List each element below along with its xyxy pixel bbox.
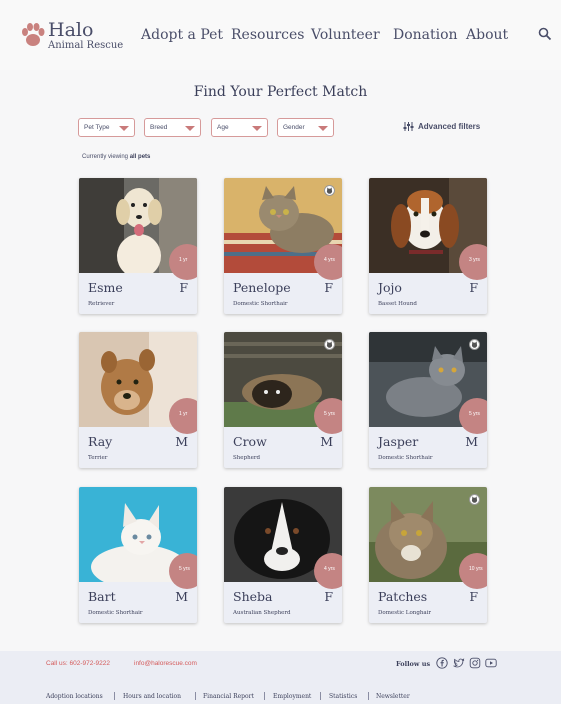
pet-breed: Domestic Longhair (378, 610, 432, 616)
caret-down-icon (318, 126, 328, 131)
pet-name: Esme (88, 280, 123, 295)
advanced-filters-label: Advanced filters (418, 122, 481, 131)
age-badge: 1 yr (169, 244, 197, 280)
pet-breed: Retriever (88, 301, 115, 307)
twitter-icon[interactable] (453, 657, 465, 669)
pet-card[interactable]: 10 yrs Patches F Domestic Longhair (369, 487, 487, 623)
pet-sex: M (320, 434, 333, 449)
pet-name: Penelope (233, 280, 291, 295)
age-badge: 5 yrs (459, 398, 487, 434)
pet-sex: M (465, 434, 478, 449)
filter-gender[interactable]: Gender (277, 118, 334, 137)
pet-card[interactable]: 5 yrs Jasper M Domestic Shorthair (369, 332, 487, 468)
pet-breed: Basset Hound (378, 301, 417, 307)
pet-card[interactable]: 1 yr Ray M Terrier (79, 332, 197, 468)
footer-link-financial-report[interactable]: Financial Report (203, 693, 254, 700)
footer-phone-link[interactable]: Call us: 602-972-9222 (46, 660, 110, 667)
pet-name: Sheba (233, 589, 273, 604)
pet-breed: Domestic Shorthair (88, 610, 143, 616)
pet-breed: Shepherd (233, 455, 261, 461)
footer-divider (320, 692, 321, 700)
pet-sex: F (469, 589, 478, 604)
pet-name: Crow (233, 434, 267, 449)
pet-breed: Australian Shepherd (233, 610, 291, 616)
pet-sex: F (324, 280, 333, 295)
caret-down-icon (252, 126, 262, 131)
footer-link-statistics[interactable]: Statistics (329, 693, 357, 700)
age-badge: 3 yrs (459, 244, 487, 280)
logo[interactable]: Halo Animal Rescue (20, 20, 123, 52)
age-badge: 1 yr (169, 398, 197, 434)
footer-link-newsletter[interactable]: Newsletter (376, 693, 410, 700)
age-badge: 5 yrs (314, 398, 342, 434)
pet-sex: F (469, 280, 478, 295)
age-badge: 10 yrs (459, 553, 487, 589)
pet-name: Ray (88, 434, 113, 449)
follow-us-label: Follow us (396, 660, 431, 668)
pet-name: Jasper (378, 434, 419, 449)
pet-breed: Terrier (88, 455, 108, 461)
footer-divider (195, 692, 196, 700)
pet-name: Bart (88, 589, 116, 604)
footer-email-link[interactable]: info@halorescue.com (134, 660, 197, 667)
age-badge: 5 yrs (169, 553, 197, 589)
filter-breed[interactable]: Breed (144, 118, 201, 137)
search-icon[interactable] (538, 27, 552, 41)
pet-sex: F (179, 280, 188, 295)
footer-divider (368, 692, 369, 700)
age-badge: 4 yrs (314, 553, 342, 589)
caret-down-icon (185, 126, 195, 131)
cat-icon (469, 339, 480, 350)
nav-about[interactable]: About (466, 27, 508, 43)
pet-sex: M (175, 589, 188, 604)
pet-card[interactable]: 1 yr Esme F Retriever (79, 178, 197, 314)
paw-icon (22, 23, 45, 46)
viewing-value: all pets (129, 154, 151, 160)
cat-icon (324, 339, 335, 350)
footer-divider (114, 692, 115, 700)
sliders-icon (403, 122, 414, 131)
brand-name: Halo (48, 19, 94, 41)
youtube-icon[interactable] (485, 657, 497, 669)
viewing-status: Currently viewing all pets (82, 154, 150, 160)
footer-link-employment[interactable]: Employment (273, 693, 311, 700)
pet-name: Patches (378, 589, 428, 604)
pet-card[interactable]: 5 yrs Bart M Domestic Shorthair (79, 487, 197, 623)
pet-breed: Domestic Shorthair (233, 301, 288, 307)
nav-adopt[interactable]: Adopt a Pet (141, 27, 223, 43)
viewing-prefix: Currently viewing (82, 154, 129, 160)
pet-card[interactable]: 5 yrs Crow M Shepherd (224, 332, 342, 468)
cat-icon (469, 494, 480, 505)
pet-name: Jojo (378, 280, 402, 295)
caret-down-icon (119, 126, 129, 131)
nav-donation[interactable]: Donation (393, 27, 458, 43)
footer-link-hours[interactable]: Hours and location (123, 693, 181, 700)
pet-sex: F (324, 589, 333, 604)
footer-divider (264, 692, 265, 700)
pet-card[interactable]: 4 yrs Sheba F Australian Shepherd (224, 487, 342, 623)
pet-card[interactable]: 3 yrs Jojo F Basset Hound (369, 178, 487, 314)
filter-age[interactable]: Age (211, 118, 268, 137)
filter-label: Breed (150, 124, 168, 131)
instagram-icon[interactable] (469, 657, 481, 669)
filter-pet-type[interactable]: Pet Type (78, 118, 135, 137)
pet-breed: Domestic Shorthair (378, 455, 433, 461)
facebook-icon[interactable] (436, 657, 448, 669)
pet-sex: M (175, 434, 188, 449)
page-title: Find Your Perfect Match (193, 84, 368, 100)
filter-label: Pet Type (84, 124, 110, 131)
filter-label: Gender (283, 124, 305, 131)
nav-resources[interactable]: Resources (231, 27, 304, 43)
filter-label: Age (217, 124, 229, 131)
advanced-filters-button[interactable]: Advanced filters (403, 121, 480, 132)
nav-volunteer[interactable]: Volunteer (311, 27, 380, 43)
age-badge: 4 yrs (314, 244, 342, 280)
brand-subtitle: Animal Rescue (48, 40, 124, 51)
cat-icon (324, 185, 335, 196)
footer-link-adoption-locations[interactable]: Adoption locations (46, 693, 103, 700)
pet-card[interactable]: 4 yrs Penelope F Domestic Shorthair (224, 178, 342, 314)
